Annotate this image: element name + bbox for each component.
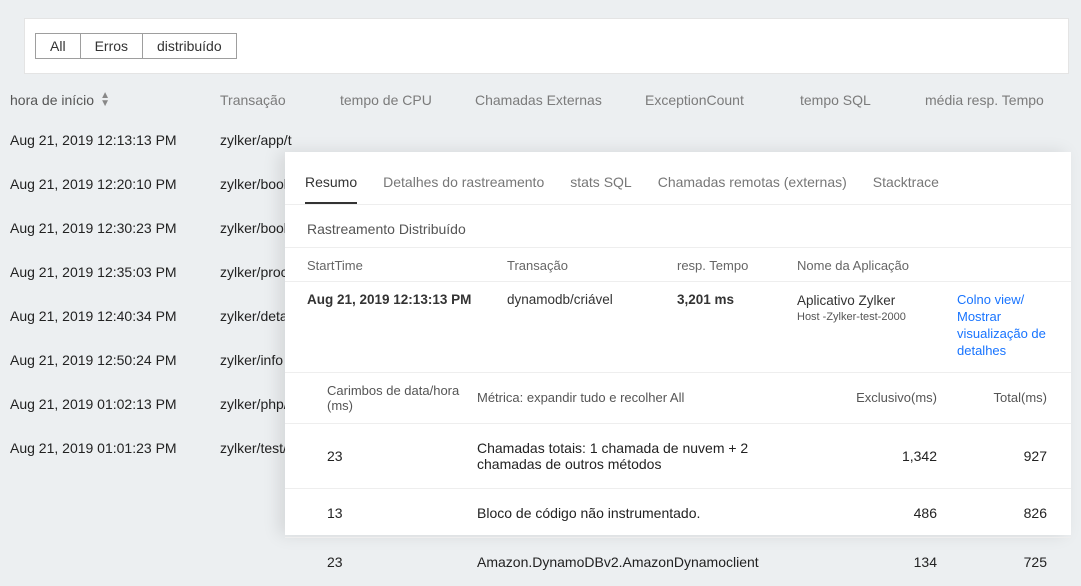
- link-colno-view[interactable]: Colno view/: [957, 292, 1051, 309]
- cell-ts: 23: [327, 448, 477, 464]
- meta-head-app: Nome da Aplicação: [797, 258, 1051, 273]
- filter-all[interactable]: All: [36, 34, 81, 58]
- cell-time: Aug 21, 2019 12:40:34 PM: [10, 308, 220, 324]
- cell-metric: Chamadas totais: 1 chamada de nuvem + 2 …: [477, 440, 817, 472]
- cell-time: Aug 21, 2019 01:02:13 PM: [10, 396, 220, 412]
- section-title: Rastreamento Distribuído: [285, 205, 1071, 247]
- meta-txn: dynamodb/criável: [507, 292, 677, 307]
- meta-links: Colno view/ Mostrar visualização de deta…: [957, 292, 1051, 360]
- col-transaction[interactable]: Transação: [220, 92, 340, 108]
- detail-panel: Resumo Detalhes do rastreamento stats SQ…: [285, 152, 1071, 535]
- inner-head-total: Total(ms): [937, 390, 1047, 405]
- inner-head-metric[interactable]: Métrica: expandir tudo e recolher All: [477, 390, 817, 405]
- cell-time: Aug 21, 2019 01:01:23 PM: [10, 440, 220, 456]
- cell-time: Aug 21, 2019 12:30:23 PM: [10, 220, 220, 236]
- detail-tabs: Resumo Detalhes do rastreamento stats SQ…: [285, 152, 1071, 205]
- cell-total: 927: [937, 448, 1047, 464]
- cell-time: Aug 21, 2019 12:50:24 PM: [10, 352, 220, 368]
- metric-row[interactable]: 23 Amazon.DynamoDBv2.AmazonDynamoclient …: [285, 537, 1071, 586]
- cell-metric: Bloco de código não instrumentado.: [477, 505, 817, 521]
- meta-host: Host -Zylker-test-2000: [797, 310, 957, 324]
- col-exception[interactable]: ExceptionCount: [645, 92, 800, 108]
- cell-ts: 23: [327, 554, 477, 570]
- inner-head-ts: Carimbos de data/hora (ms): [327, 383, 477, 413]
- inner-head-excl: Exclusivo(ms): [817, 390, 937, 405]
- sort-icon[interactable]: ▲▼: [100, 92, 110, 108]
- cell-time: Aug 21, 2019 12:35:03 PM: [10, 264, 220, 280]
- meta-start: Aug 21, 2019 12:13:13 PM: [307, 292, 507, 307]
- cell-excl: 134: [817, 554, 937, 570]
- meta-head-txn: Transação: [507, 258, 677, 273]
- col-avg-resp[interactable]: média resp. Tempo: [925, 92, 1075, 108]
- tab-sql-stats[interactable]: stats SQL: [570, 174, 631, 204]
- col-start-label: hora de início: [10, 92, 94, 108]
- tab-remote-calls[interactable]: Chamadas remotas (externas): [658, 174, 847, 204]
- cell-ts: 13: [327, 505, 477, 521]
- meta-resp: 3,201 ms: [677, 292, 797, 307]
- col-sql-time[interactable]: tempo SQL: [800, 92, 925, 108]
- cell-time: Aug 21, 2019 12:20:10 PM: [10, 176, 220, 192]
- tab-summary[interactable]: Resumo: [305, 174, 357, 204]
- cell-time: Aug 21, 2019 12:13:13 PM: [10, 132, 220, 148]
- meta-app: Aplicativo Zylker Host -Zylker-test-2000: [797, 292, 957, 324]
- col-external[interactable]: Chamadas Externas: [475, 92, 645, 108]
- meta-head-start: StartTime: [307, 258, 507, 273]
- meta-header: StartTime Transação resp. Tempo Nome da …: [285, 247, 1071, 281]
- link-show-details[interactable]: Mostrar visualização de detalhes: [957, 309, 1051, 360]
- col-start-time[interactable]: hora de início ▲▼: [10, 92, 220, 108]
- tab-stacktrace[interactable]: Stacktrace: [873, 174, 939, 204]
- meta-head-resp: resp. Tempo: [677, 258, 797, 273]
- filter-errors[interactable]: Erros: [81, 34, 143, 58]
- meta-row: Aug 21, 2019 12:13:13 PM dynamodb/criáve…: [285, 281, 1071, 372]
- inner-header: Carimbos de data/hora (ms) Métrica: expa…: [285, 372, 1071, 423]
- filter-distributed[interactable]: distribuído: [143, 34, 236, 58]
- meta-app-name: Aplicativo Zylker: [797, 292, 957, 310]
- cell-metric: Amazon.DynamoDBv2.AmazonDynamoclient: [477, 554, 817, 570]
- metric-row[interactable]: 23 Chamadas totais: 1 chamada de nuvem +…: [285, 423, 1071, 488]
- metric-row[interactable]: 13 Bloco de código não instrumentado. 48…: [285, 488, 1071, 537]
- cell-total: 826: [937, 505, 1047, 521]
- column-headers: hora de início ▲▼ Transação tempo de CPU…: [0, 82, 1081, 118]
- cell-total: 725: [937, 554, 1047, 570]
- cell-excl: 1,342: [817, 448, 937, 464]
- cell-excl: 486: [817, 505, 937, 521]
- filter-group: All Erros distribuído: [35, 33, 237, 59]
- tab-trace-details[interactable]: Detalhes do rastreamento: [383, 174, 544, 204]
- filter-bar: All Erros distribuído: [24, 18, 1069, 74]
- cell-txn: zylker/app/t: [220, 132, 340, 148]
- col-cpu-time[interactable]: tempo de CPU: [340, 92, 475, 108]
